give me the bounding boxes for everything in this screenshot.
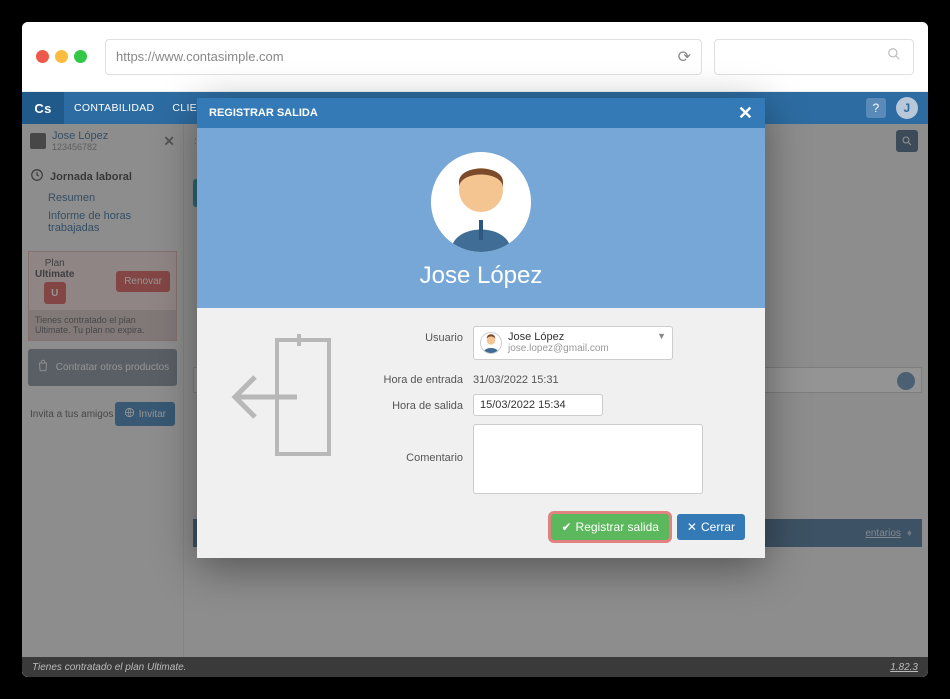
label-usuario: Usuario [363, 326, 473, 344]
search-icon [887, 47, 901, 66]
label-exit-time: Hora de salida [363, 394, 473, 412]
submit-button-label: Registrar salida [576, 520, 659, 534]
user-avatar-large [431, 152, 531, 252]
register-exit-modal: REGISTRAR SALIDA ✕ Jose López [197, 98, 765, 558]
chevron-down-icon: ▼ [657, 331, 666, 341]
maximize-window-icon[interactable] [74, 50, 87, 63]
label-comment: Comentario [363, 424, 473, 464]
close-icon: ✕ [687, 520, 697, 534]
minimize-window-icon[interactable] [55, 50, 68, 63]
check-icon: ✔ [561, 520, 571, 534]
close-window-icon[interactable] [36, 50, 49, 63]
user-select[interactable]: Jose López jose.lopez@gmail.com ▼ [473, 326, 673, 360]
user-select-avatar-icon [480, 332, 502, 354]
modal-title: REGISTRAR SALIDA [209, 107, 318, 119]
help-icon[interactable]: ? [866, 98, 886, 118]
entry-time-value: 31/03/2022 15:31 [473, 368, 559, 386]
address-bar[interactable]: https://www.contasimple.com ⟳ [105, 39, 702, 75]
menu-contabilidad[interactable]: CONTABILIDAD [74, 102, 154, 114]
comment-textarea[interactable] [473, 424, 703, 494]
submit-button[interactable]: ✔ Registrar salida [551, 514, 668, 540]
app-logo[interactable]: Cs [22, 92, 64, 124]
close-icon[interactable]: ✕ [738, 106, 753, 120]
version-label[interactable]: 1.82.3 [890, 662, 918, 673]
close-button[interactable]: ✕ Cerrar [677, 514, 745, 540]
modal-hero: Jose López [197, 128, 765, 308]
close-button-label: Cerrar [701, 520, 735, 534]
user-select-email: jose.lopez@gmail.com [508, 343, 609, 355]
user-avatar[interactable]: J [896, 97, 918, 119]
browser-search[interactable] [714, 39, 914, 75]
exit-icon [217, 326, 347, 502]
status-bar: Tienes contratado el plan Ultimate. 1.82… [22, 657, 928, 677]
user-select-name: Jose López [508, 331, 609, 343]
label-entry-time: Hora de entrada [363, 368, 473, 386]
modal-user-name: Jose López [420, 262, 543, 290]
exit-time-input[interactable] [473, 394, 603, 416]
status-text: Tienes contratado el plan Ultimate. [32, 662, 186, 673]
url-text: https://www.contasimple.com [116, 49, 678, 64]
reload-icon[interactable]: ⟳ [678, 47, 691, 67]
window-controls [36, 50, 87, 63]
browser-chrome: https://www.contasimple.com ⟳ [22, 22, 928, 92]
